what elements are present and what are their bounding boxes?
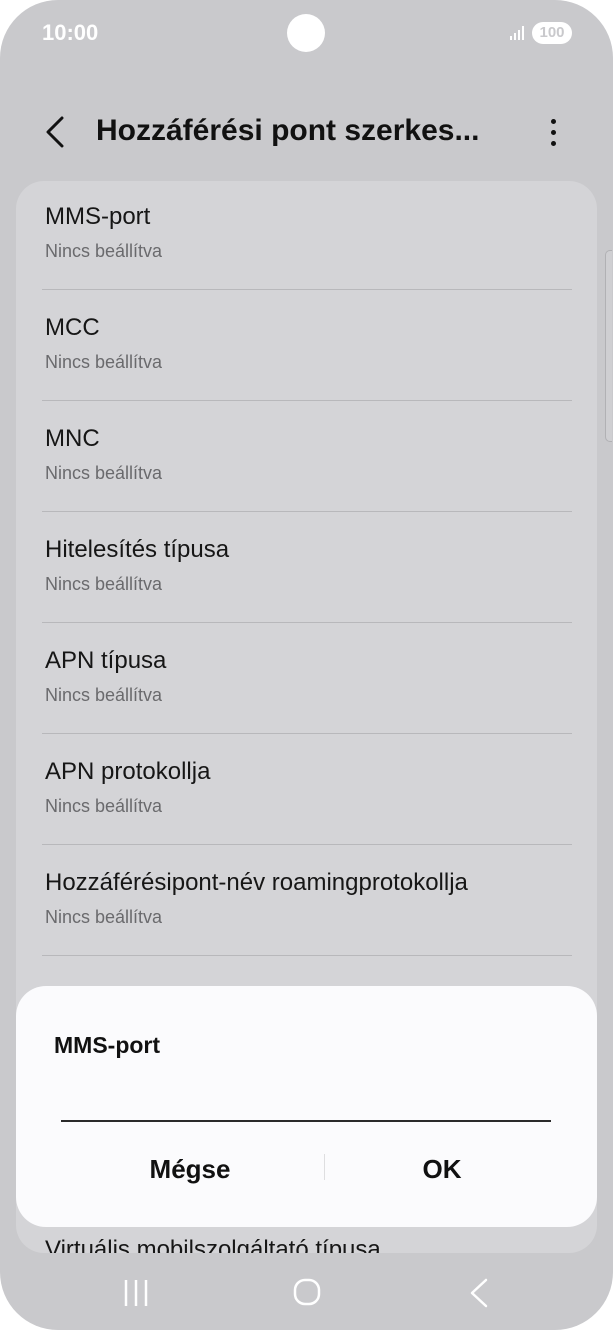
- cancel-button[interactable]: Mégse: [70, 1144, 310, 1194]
- list-item-title: MMS-port: [45, 203, 151, 230]
- mms-port-input[interactable]: [61, 1076, 551, 1122]
- list-item-title: APN protokollja: [45, 758, 211, 785]
- back-nav-button[interactable]: [448, 1268, 508, 1318]
- home-button[interactable]: [277, 1268, 337, 1318]
- list-item-title: APN típusa: [45, 647, 167, 674]
- status-time: 10:00: [42, 20, 99, 45]
- list-item-title: MCC: [45, 314, 100, 341]
- recent-apps-button[interactable]: [106, 1268, 166, 1318]
- divider: [42, 733, 572, 734]
- list-item-apn-type[interactable]: APN típusa Nincs beállítva: [16, 625, 597, 736]
- ok-button[interactable]: OK: [322, 1144, 562, 1194]
- navigation-bar: [0, 1260, 613, 1330]
- list-item-auth-type[interactable]: Hitelesítés típusa Nincs beállítva: [16, 514, 597, 625]
- phone-screen: 10:00 100 Hozzáférési pont szerkes... MM: [0, 0, 613, 1330]
- page-title: Hozzáférési pont szerkes...: [96, 114, 480, 147]
- list-item-title: MNC: [45, 425, 100, 452]
- list-item-value: Nincs beállítva: [45, 241, 163, 261]
- divider: [42, 400, 572, 401]
- divider: [42, 289, 572, 290]
- list-item-mvno-type[interactable]: Virtuális mobilszolgáltató típusa: [45, 1236, 381, 1253]
- list-item-mms-port[interactable]: MMS-port Nincs beállítva: [16, 181, 597, 292]
- list-item-value: Nincs beállítva: [45, 907, 163, 927]
- dialog-title: MMS-port: [54, 1032, 161, 1058]
- divider: [42, 844, 572, 845]
- app-header: Hozzáférési pont szerkes...: [0, 100, 613, 164]
- scrollbar[interactable]: [605, 250, 612, 442]
- divider: [42, 511, 572, 512]
- divider: [42, 955, 572, 956]
- list-item-roaming-protocol[interactable]: Hozzáférésipont-név roamingprotokollja N…: [16, 847, 597, 958]
- list-item-value: Nincs beállítva: [45, 796, 163, 816]
- list-item-value: Nincs beállítva: [45, 352, 163, 372]
- more-options-button[interactable]: [540, 110, 568, 154]
- recent-apps-icon: [124, 1280, 148, 1306]
- mms-port-dialog: MMS-port Mégse OK: [16, 986, 597, 1227]
- status-bar: 10:00 100: [0, 0, 613, 70]
- signal-icon: [510, 26, 526, 40]
- list-item-mcc[interactable]: MCC Nincs beállítva: [16, 292, 597, 403]
- list-item-value: Nincs beállítva: [45, 685, 163, 705]
- back-icon: [46, 116, 64, 148]
- battery-icon: 100: [532, 22, 572, 44]
- list-item-value: Nincs beállítva: [45, 463, 163, 483]
- list-item-mnc[interactable]: MNC Nincs beállítva: [16, 403, 597, 514]
- front-camera: [287, 14, 325, 52]
- list-item-value: Nincs beállítva: [45, 574, 163, 594]
- list-item-title: Hozzáférésipont-név roamingprotokollja: [45, 869, 468, 896]
- back-button[interactable]: [38, 110, 78, 154]
- home-icon: [293, 1278, 321, 1306]
- divider: [42, 622, 572, 623]
- list-item-title: Hitelesítés típusa: [45, 536, 230, 563]
- back-nav-icon: [470, 1278, 488, 1308]
- list-item-apn-protocol[interactable]: APN protokollja Nincs beállítva: [16, 736, 597, 847]
